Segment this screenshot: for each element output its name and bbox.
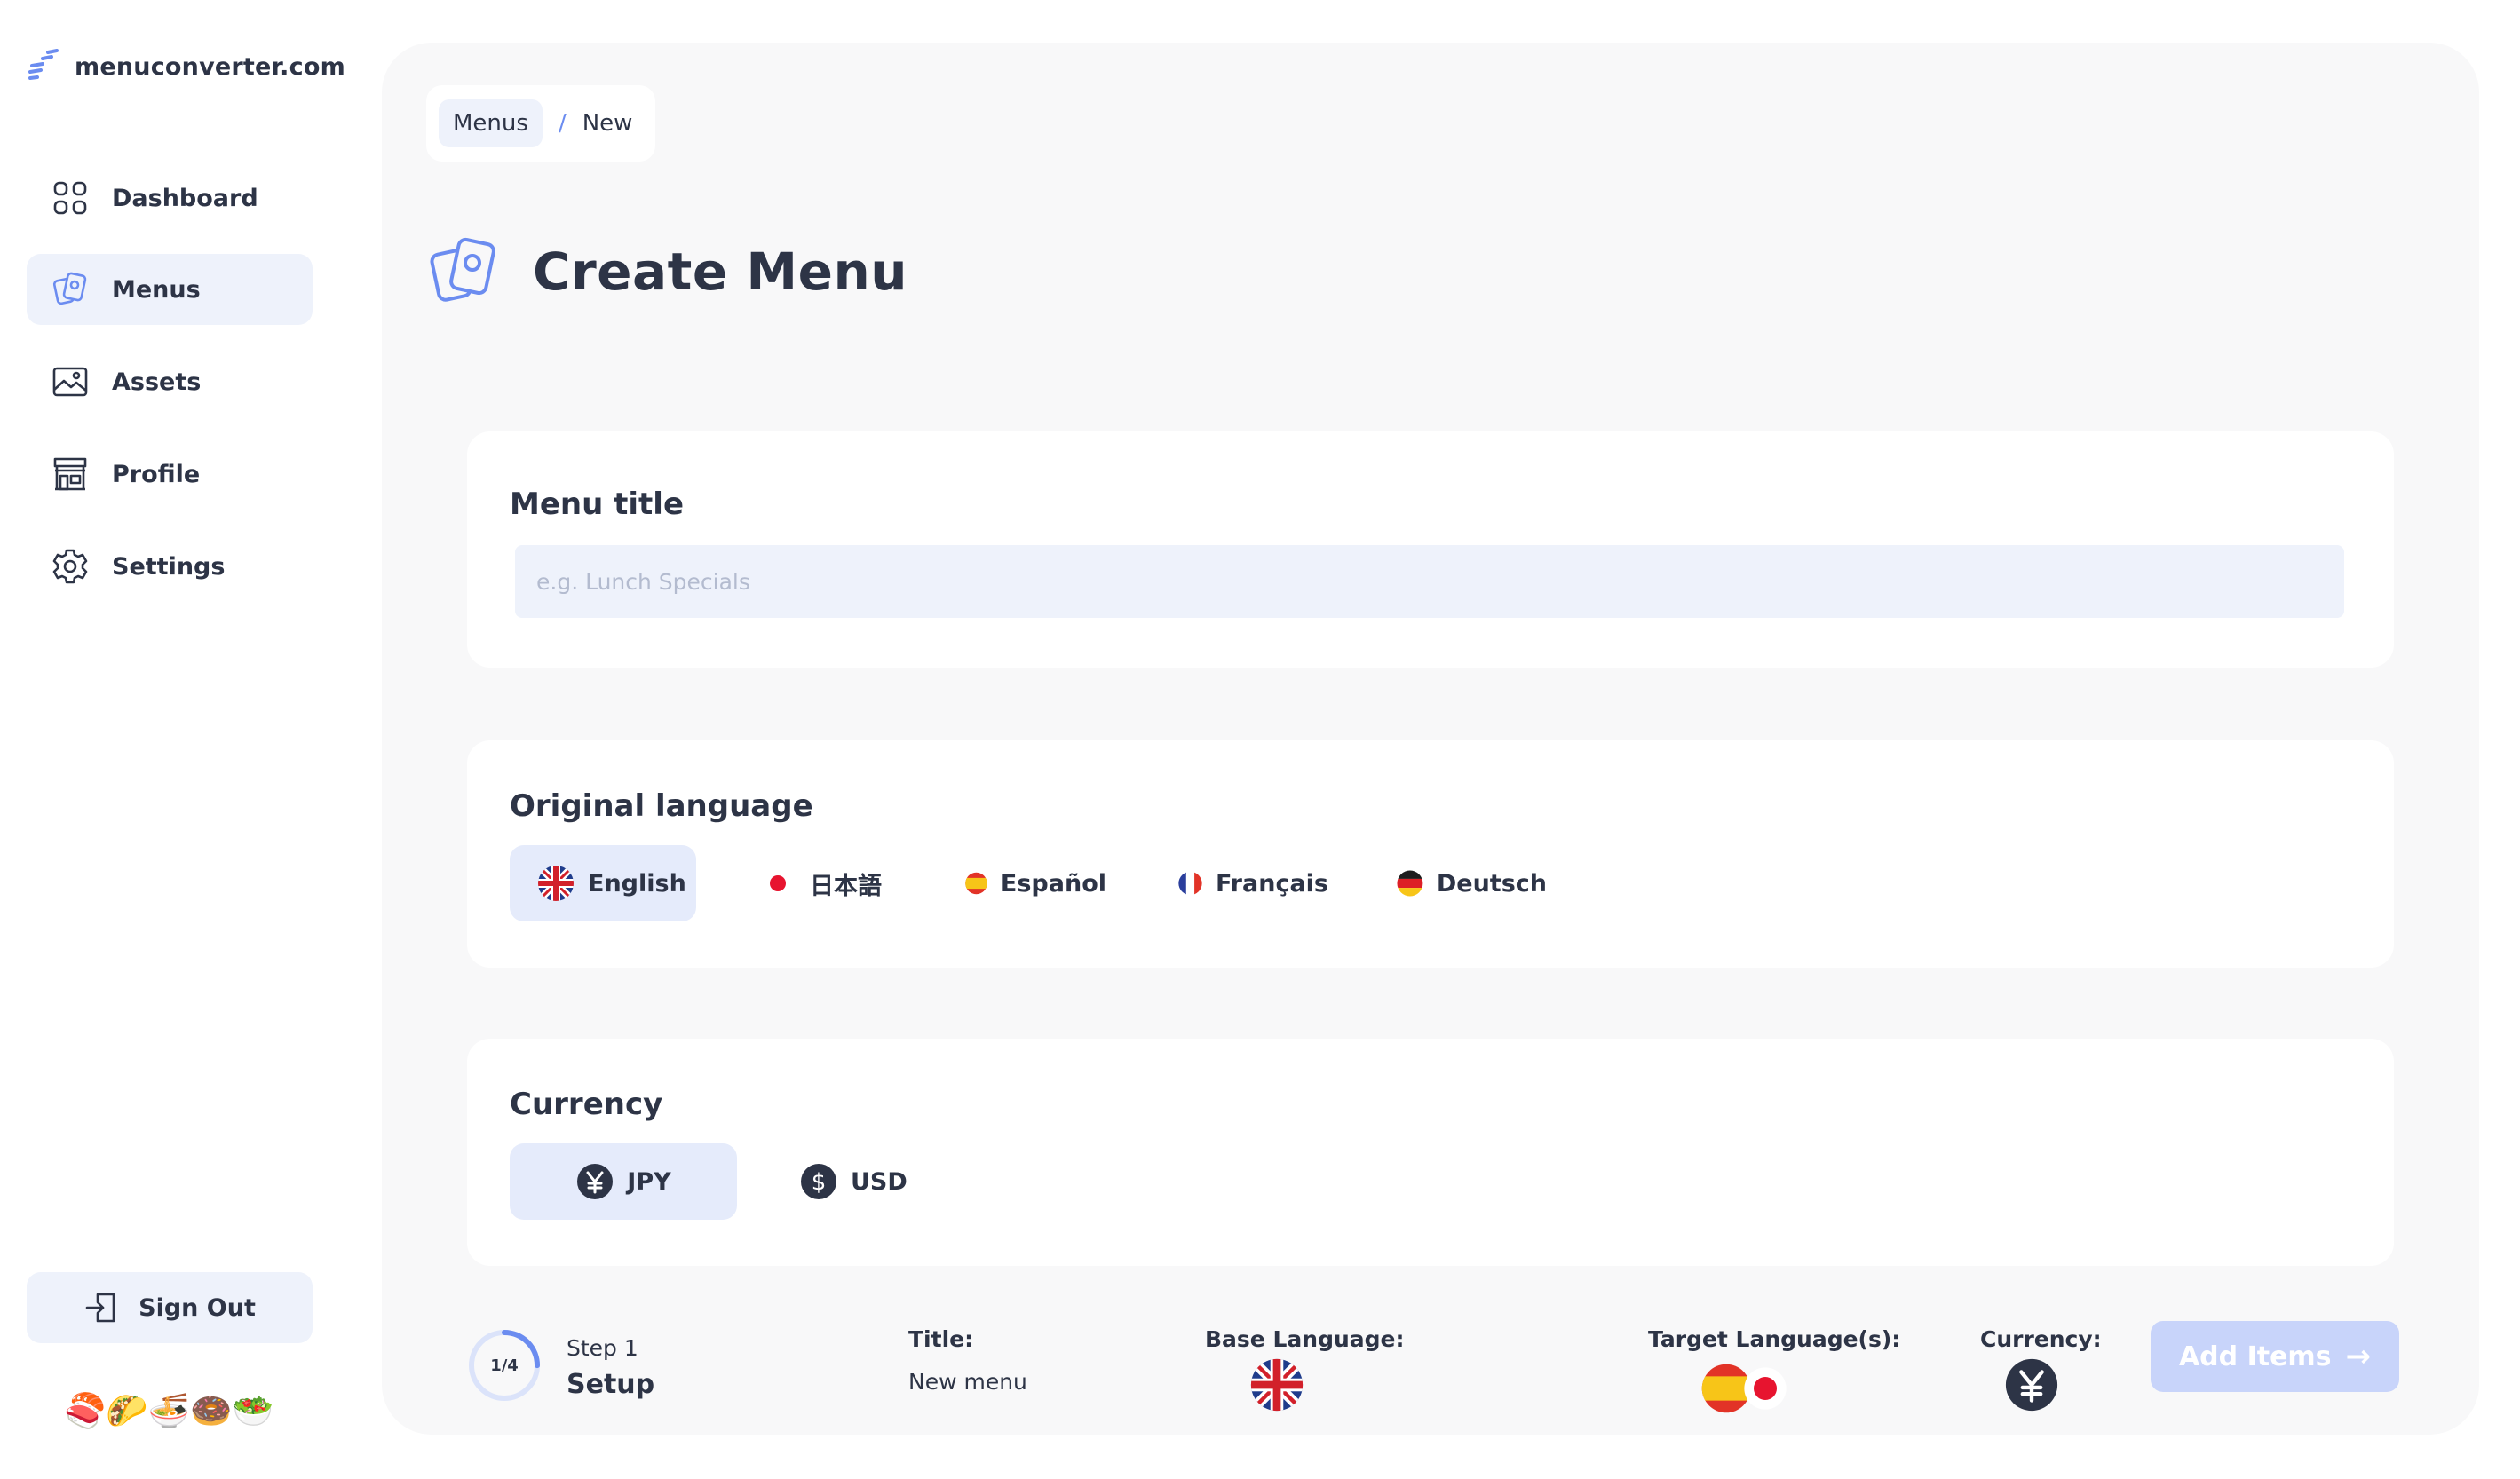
currency-label: Currency [510, 1087, 663, 1122]
breadcrumb-separator: / [558, 110, 567, 137]
svg-text:$: $ [812, 1169, 827, 1196]
breadcrumb: Menus / New [426, 85, 655, 162]
sidebar-item-settings[interactable]: Settings [27, 531, 313, 602]
sidebar-item-label: Profile [112, 460, 201, 488]
sidebar: menuconverter.com Dashboard Menus Assets [0, 0, 345, 1479]
sidebar-item-label: Assets [112, 368, 202, 396]
main-panel: Menus / New Create Menu Menu title Origi… [382, 43, 2479, 1435]
language-option-japanese[interactable]: 日本語 [732, 845, 900, 921]
currency-option-label: USD [851, 1167, 907, 1196]
sidebar-item-label: Menus [112, 275, 201, 304]
language-option-german[interactable]: Deutsch [1369, 845, 1547, 921]
step-name: Setup [567, 1369, 655, 1400]
summary-title-label: Title: [908, 1326, 974, 1352]
sign-out-icon [85, 1293, 115, 1323]
sign-out-label: Sign Out [139, 1293, 256, 1322]
brand-logo[interactable]: menuconverter.com [27, 46, 345, 87]
currency-card: Currency JPY $ USD [467, 1039, 2394, 1266]
sidebar-item-label: Settings [112, 552, 226, 581]
sidebar-item-profile[interactable]: Profile [27, 439, 313, 510]
sidebar-item-menus[interactable]: Menus [27, 254, 313, 325]
breadcrumb-current: New [582, 110, 633, 137]
summary-currency-label: Currency: [1980, 1326, 2102, 1352]
original-language-card: Original language English 日本語 Español Fr… [467, 740, 2394, 968]
summary-target-languages-label: Target Language(s): [1648, 1326, 1901, 1352]
summary-base-language-label: Base Language: [1205, 1326, 1405, 1352]
spain-flag-icon [965, 872, 987, 895]
sign-out-button[interactable]: Sign Out [27, 1272, 313, 1343]
language-option-label: English [588, 869, 686, 898]
cards-icon [430, 237, 495, 302]
brand-name: menuconverter.com [75, 52, 345, 81]
sidebar-item-assets[interactable]: Assets [27, 346, 313, 417]
currency-option-jpy[interactable]: JPY [510, 1143, 737, 1220]
language-option-label: Español [1000, 869, 1106, 898]
page-header: Create Menu [426, 234, 907, 309]
grid-icon [53, 181, 87, 215]
language-option-english[interactable]: English [510, 845, 696, 921]
store-icon [53, 457, 87, 491]
wizard-footer: 1/4 Step 1 Setup Title: New menu Base La… [467, 1321, 2399, 1419]
menu-title-card: Menu title [467, 431, 2394, 668]
japan-flag-icon [760, 866, 796, 901]
currency-option-usd[interactable]: $ USD [773, 1143, 941, 1220]
step-number: Step 1 [567, 1335, 638, 1361]
menu-title-input[interactable] [515, 545, 2344, 618]
japan-flag-icon [1744, 1367, 1787, 1410]
logo-icon [28, 49, 59, 80]
yen-icon [2005, 1358, 2058, 1412]
gear-icon [52, 549, 88, 584]
original-language-label: Original language [510, 788, 813, 824]
summary-title-value: New menu [908, 1369, 1027, 1395]
france-flag-icon [1178, 871, 1202, 896]
uk-flag-icon [538, 866, 574, 901]
language-option-spanish[interactable]: Español [938, 845, 1106, 921]
language-option-label: Français [1215, 869, 1328, 898]
arrow-right-icon: → [2345, 1339, 2372, 1374]
image-icon [52, 367, 88, 397]
uk-flag-icon [1250, 1358, 1304, 1412]
add-items-button[interactable]: Add Items → [2151, 1321, 2399, 1392]
currency-option-label: JPY [627, 1167, 671, 1196]
progress-text: 1/4 [490, 1356, 519, 1375]
menu-title-label: Menu title [510, 486, 685, 522]
language-option-label: Deutsch [1436, 869, 1547, 898]
sidebar-item-dashboard[interactable]: Dashboard [27, 162, 313, 233]
sidebar-item-label: Dashboard [112, 184, 258, 212]
language-option-label: 日本語 [810, 872, 882, 900]
food-emoji-row: 🍣🌮🍜🍩🥗 [64, 1391, 274, 1430]
cards-icon [52, 272, 87, 305]
language-option-french[interactable]: Français [1151, 845, 1328, 921]
add-items-label: Add Items [2178, 1341, 2332, 1372]
page-title: Create Menu [533, 241, 908, 302]
dollar-icon: $ [801, 1164, 836, 1199]
yen-icon [577, 1164, 614, 1199]
breadcrumb-menus-link[interactable]: Menus [439, 99, 543, 147]
germany-flag-icon [1397, 870, 1423, 897]
